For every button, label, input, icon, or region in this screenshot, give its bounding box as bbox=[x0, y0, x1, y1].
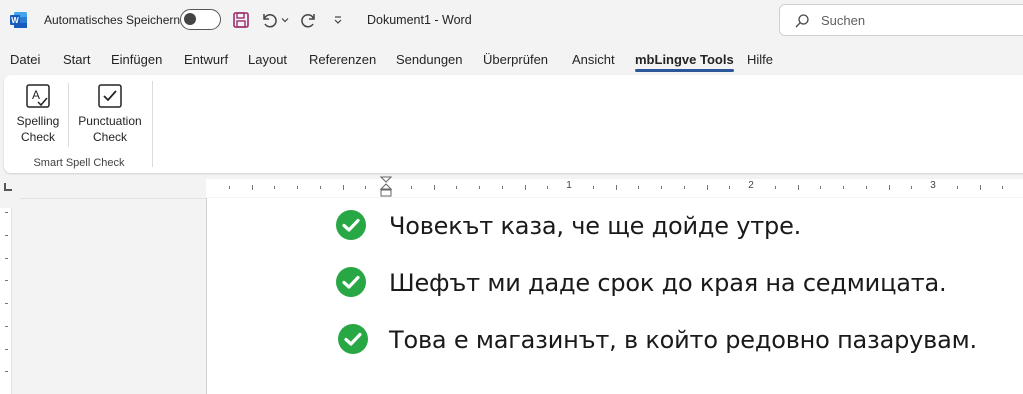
ruler-tick bbox=[956, 186, 958, 189]
tab-hilfe[interactable]: Hilfe bbox=[747, 52, 773, 67]
ruler-row: 1 2 3 bbox=[0, 175, 1023, 197]
search-input[interactable]: Suchen bbox=[779, 4, 1023, 36]
horizontal-ruler[interactable]: 1 2 3 bbox=[206, 179, 1023, 197]
ruler-tick bbox=[251, 185, 253, 190]
check-icon bbox=[338, 324, 368, 354]
ruler-tick bbox=[797, 185, 799, 190]
ruler-tick bbox=[501, 186, 503, 189]
autosave-label: Automatisches Speichern bbox=[44, 13, 181, 27]
ruler-tick bbox=[979, 185, 981, 190]
vertical-ruler-tick bbox=[5, 234, 8, 236]
autosave-toggle[interactable] bbox=[180, 9, 221, 30]
vertical-ruler-tick bbox=[5, 371, 8, 373]
vertical-ruler-tick bbox=[5, 348, 8, 350]
vertical-ruler-tick bbox=[5, 257, 8, 259]
punctuation-check-label-1: Punctuation bbox=[78, 114, 142, 128]
vertical-ruler[interactable] bbox=[0, 208, 12, 394]
customize-toolbar-icon[interactable] bbox=[327, 9, 349, 31]
search-placeholder: Suchen bbox=[821, 13, 866, 28]
undo-icon[interactable] bbox=[258, 9, 280, 31]
punctuation-check-label-2: Check bbox=[92, 130, 127, 144]
spelling-check-icon: A bbox=[26, 84, 50, 108]
ruler-tick bbox=[365, 186, 367, 189]
tab-entwurf[interactable]: Entwurf bbox=[184, 52, 228, 67]
tab-layout[interactable]: Layout bbox=[248, 52, 287, 67]
document-line-text: Това е магазинът, в който редовно пазару… bbox=[389, 326, 977, 354]
svg-text:A: A bbox=[32, 88, 40, 102]
ruler-tick bbox=[865, 186, 867, 189]
ruler-tick bbox=[638, 186, 640, 189]
ruler-tick bbox=[592, 186, 594, 189]
document-title: Dokument1 - Word bbox=[367, 13, 472, 27]
ruler-tick bbox=[297, 186, 298, 189]
ribbon-group-label: Smart Spell Check bbox=[33, 157, 125, 169]
ruler-label-2: 2 bbox=[748, 180, 754, 191]
search-icon bbox=[795, 14, 809, 28]
punctuation-check-button[interactable]: Punctuation Check bbox=[74, 83, 146, 145]
document-line-text: Човекът каза, че ще дойде утре. bbox=[389, 212, 802, 240]
vertical-ruler-tick bbox=[5, 212, 8, 213]
ruler-tick bbox=[410, 186, 412, 189]
document-line-2[interactable]: Шефът ми даде срок до края на седмицата. bbox=[334, 265, 1014, 299]
ruler-tick bbox=[774, 186, 776, 189]
ribbon-tabs: Datei Start Einfügen Entwurf Layout Refe… bbox=[0, 47, 1023, 73]
ruler-label-1: 1 bbox=[566, 180, 572, 191]
tab-ueberpruefen[interactable]: Überprüfen bbox=[483, 52, 548, 67]
spelling-check-label-2: Check bbox=[20, 130, 55, 144]
ruler-label-3: 3 bbox=[930, 180, 936, 191]
ruler-tick bbox=[547, 186, 549, 189]
spelling-check-button[interactable]: A Spelling Check bbox=[16, 83, 60, 145]
check-icon bbox=[336, 267, 366, 297]
save-icon[interactable] bbox=[230, 9, 252, 31]
tab-mblingve-tools[interactable]: mbLingve Tools bbox=[635, 52, 734, 72]
svg-text:W: W bbox=[11, 16, 19, 25]
vertical-ruler-tick bbox=[5, 280, 8, 282]
ruler-tick bbox=[843, 186, 844, 189]
tab-einfuegen[interactable]: Einfügen bbox=[111, 52, 162, 67]
tab-start[interactable]: Start bbox=[63, 52, 90, 67]
ribbon-group-divider bbox=[152, 81, 153, 167]
ruler-tick bbox=[661, 186, 662, 189]
indent-marker-icon[interactable] bbox=[380, 176, 392, 197]
ruler-tick bbox=[456, 186, 458, 189]
ruler-tick bbox=[1002, 186, 1004, 189]
word-app-icon[interactable]: W bbox=[10, 11, 28, 29]
ruler-tick bbox=[524, 185, 526, 190]
ruler-tick bbox=[342, 185, 344, 190]
tab-referenzen[interactable]: Referenzen bbox=[309, 52, 376, 67]
document-line-text: Шефът ми даде срок до края на седмицата. bbox=[389, 269, 947, 297]
ruler-tick bbox=[888, 185, 890, 190]
tab-ansicht[interactable]: Ansicht bbox=[572, 52, 615, 67]
document-line-3[interactable]: Това е магазинът, в който редовно пазару… bbox=[334, 322, 1014, 356]
ruler-tick bbox=[615, 185, 617, 190]
tab-sendungen[interactable]: Sendungen bbox=[396, 52, 463, 67]
vertical-ruler-tick bbox=[5, 325, 8, 327]
tab-stop-selector-icon[interactable] bbox=[4, 183, 12, 191]
undo-dropdown-chevron-icon[interactable] bbox=[278, 9, 292, 31]
title-bar: W Automatisches Speichern Dokument1 - Wo… bbox=[0, 0, 1023, 40]
ruler-tick bbox=[729, 186, 731, 189]
ruler-tick bbox=[479, 186, 480, 189]
ruler-tick bbox=[433, 185, 435, 190]
ruler-tick bbox=[228, 186, 230, 189]
ruler-tick bbox=[274, 186, 276, 189]
check-icon bbox=[336, 210, 366, 240]
ruler-tick bbox=[911, 186, 913, 189]
ruler-tick bbox=[319, 186, 321, 189]
ruler-tick bbox=[683, 186, 685, 189]
ruler-tick bbox=[706, 185, 708, 190]
spelling-check-label-1: Spelling bbox=[16, 114, 60, 128]
vertical-ruler-tick bbox=[5, 303, 8, 304]
ruler-tick bbox=[820, 186, 822, 189]
punctuation-check-icon bbox=[98, 84, 122, 108]
ribbon-panel: A Spelling Check Punctuation Check Smart… bbox=[4, 75, 1023, 173]
ribbon-button-divider bbox=[68, 83, 69, 147]
redo-icon[interactable] bbox=[298, 9, 320, 31]
document-line-1[interactable]: Човекът каза, че ще дойде утре. bbox=[334, 208, 1014, 242]
tab-datei[interactable]: Datei bbox=[10, 52, 40, 67]
